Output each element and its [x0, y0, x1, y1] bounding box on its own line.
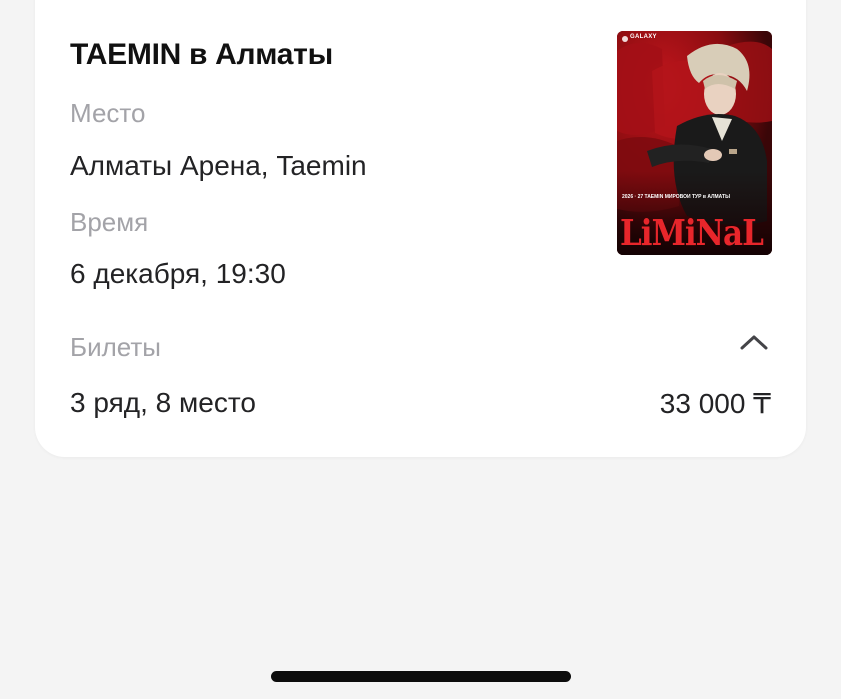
event-title: TAEMIN в Алматы — [70, 38, 333, 71]
home-indicator[interactable] — [271, 671, 571, 682]
ticket-card: TAEMIN в Алматы Место Алматы Арена, Taem… — [35, 0, 806, 457]
place-value: Алматы Арена, Taemin — [70, 150, 367, 181]
chevron-up-icon[interactable] — [740, 333, 768, 351]
tickets-label: Билеты — [70, 332, 161, 362]
event-poster[interactable]: GALAXY 2026 · 27 TAEMIN МИРОВОЙ ТУР в АЛ… — [617, 31, 772, 255]
time-value: 6 декабря, 19:30 — [70, 258, 286, 289]
poster-headline: 2026 · 27 TAEMIN МИРОВОЙ ТУР в АЛМАТЫ — [622, 194, 730, 200]
poster-brand: LiMiNaL — [620, 212, 764, 254]
ticket-seat: 3 ряд, 8 место — [70, 387, 256, 418]
time-label: Время — [70, 207, 149, 237]
ticket-price: 33 000 ₸ — [659, 388, 771, 419]
place-label: Место — [70, 98, 146, 128]
poster-logo: GALAXY — [630, 34, 657, 40]
